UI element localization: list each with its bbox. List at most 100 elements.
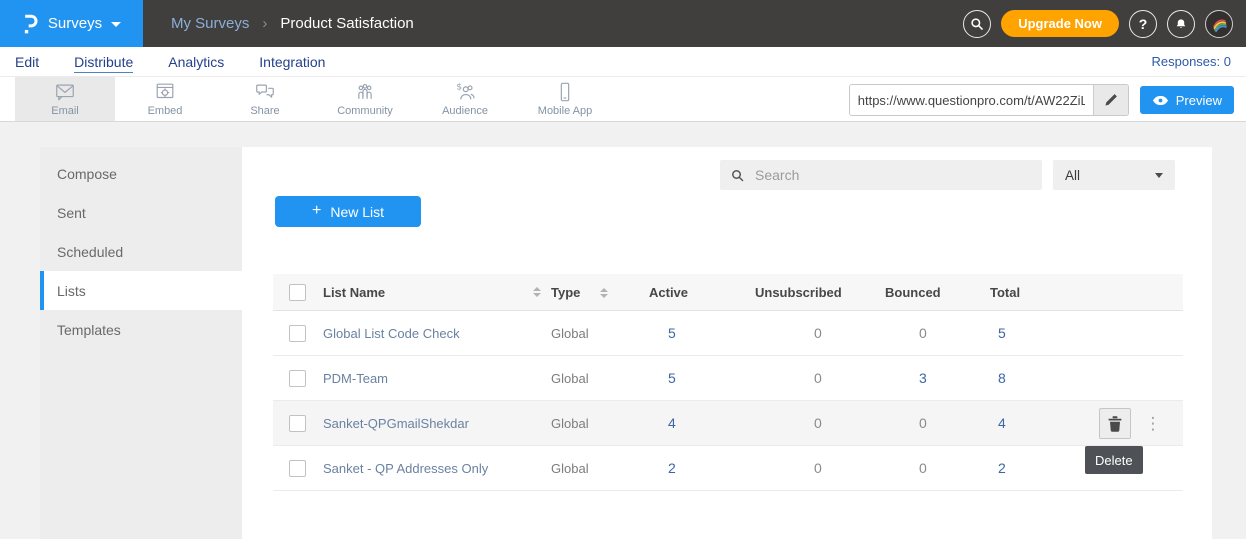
channel-community[interactable]: Community [315, 77, 415, 121]
active-count[interactable]: 2 [668, 460, 676, 476]
embed-icon [153, 81, 177, 103]
chevron-down-icon [1155, 173, 1163, 178]
product-menu-label: Surveys [48, 15, 102, 32]
unsubscribed-count[interactable]: 0 [814, 325, 822, 341]
header-type[interactable]: Type [551, 285, 649, 300]
distribute-toolbar: Email Embed Share Community [0, 76, 1246, 122]
list-type: Global [551, 371, 649, 386]
table-row: Global List Code Check Global 5 0 0 5 [273, 311, 1183, 356]
total-count[interactable]: 5 [998, 325, 1006, 341]
header-label: Type [551, 285, 580, 300]
list-search [720, 160, 1042, 190]
sidebar-item-compose[interactable]: Compose [40, 154, 242, 193]
list-name-link[interactable]: Sanket-QPGmailShekdar [323, 416, 469, 431]
more-options-icon[interactable] [1142, 408, 1164, 439]
row-checkbox[interactable] [289, 415, 306, 432]
community-icon [353, 81, 377, 103]
search-input[interactable] [753, 166, 1031, 184]
preview-button[interactable]: Preview [1140, 86, 1234, 114]
active-count[interactable]: 4 [668, 415, 676, 431]
help-icon[interactable] [1129, 10, 1157, 38]
channel-email[interactable]: Email [15, 77, 115, 121]
tab-integration[interactable]: Integration [259, 47, 325, 76]
sidebar-item-lists[interactable]: Lists [40, 271, 242, 310]
bounced-count[interactable]: 0 [919, 460, 927, 476]
survey-url-input[interactable] [850, 85, 1093, 115]
mobile-app-icon [553, 81, 577, 103]
avatar[interactable] [1205, 10, 1233, 38]
active-count[interactable]: 5 [668, 325, 676, 341]
svg-text:$: $ [456, 82, 462, 93]
channel-label: Audience [442, 105, 488, 117]
lists-panel: All + New List List Name Type [242, 147, 1212, 539]
product-menu[interactable]: Surveys [0, 0, 143, 47]
total-count[interactable]: 8 [998, 370, 1006, 386]
topbar-actions: Upgrade Now [963, 10, 1246, 38]
channel-embed[interactable]: Embed [115, 77, 215, 121]
header-active: Active [649, 285, 755, 300]
eye-icon [1152, 95, 1169, 106]
total-count[interactable]: 2 [998, 460, 1006, 476]
share-icon [253, 81, 277, 103]
header-label: List Name [323, 285, 385, 300]
header-total: Total [990, 285, 1070, 300]
channel-share[interactable]: Share [215, 77, 315, 121]
list-type: Global [551, 461, 649, 476]
app-root: Surveys My Surveys › Product Satisfactio… [0, 0, 1246, 539]
channel-mobile-app[interactable]: Mobile App [515, 77, 615, 121]
row-checkbox[interactable] [289, 460, 306, 477]
unsubscribed-count[interactable]: 0 [814, 460, 822, 476]
active-count[interactable]: 5 [668, 370, 676, 386]
lists-table: List Name Type Active Unsubscribed Bounc… [273, 274, 1183, 491]
breadcrumb-my-surveys[interactable]: My Surveys [171, 15, 249, 32]
tab-edit[interactable]: Edit [15, 47, 39, 76]
sidebar-item-scheduled[interactable]: Scheduled [40, 232, 242, 271]
channel-audience[interactable]: $ Audience [415, 77, 515, 121]
table-header: List Name Type Active Unsubscribed Bounc… [273, 274, 1183, 311]
table-row: Sanket-QPGmailShekdar Global 4 0 0 4 Del… [273, 401, 1183, 446]
sidebar-item-templates[interactable]: Templates [40, 310, 242, 349]
list-name-link[interactable]: PDM-Team [323, 371, 388, 386]
delete-button[interactable] [1099, 408, 1131, 439]
bounced-count[interactable]: 0 [919, 325, 927, 341]
responses-count[interactable]: Responses: 0 [1152, 54, 1246, 69]
channel-label: Email [51, 105, 79, 117]
header-list-name[interactable]: List Name [321, 285, 551, 300]
notifications-bell-icon[interactable] [1167, 10, 1195, 38]
content-area: Compose Sent Scheduled Lists Templates A… [0, 122, 1246, 539]
tab-analytics[interactable]: Analytics [168, 47, 224, 76]
channel-label: Embed [148, 105, 183, 117]
bounced-count[interactable]: 0 [919, 415, 927, 431]
email-sidebar: Compose Sent Scheduled Lists Templates [40, 147, 242, 539]
edit-url-pencil-icon[interactable] [1093, 85, 1128, 115]
audience-icon: $ [453, 81, 477, 103]
list-type: Global [551, 416, 649, 431]
unsubscribed-count[interactable]: 0 [814, 370, 822, 386]
total-count[interactable]: 4 [998, 415, 1006, 431]
plus-icon: + [312, 203, 321, 219]
tab-distribute[interactable]: Distribute [74, 47, 133, 76]
select-all-checkbox[interactable] [289, 284, 306, 301]
list-name-link[interactable]: Global List Code Check [323, 326, 460, 341]
page-title: Product Satisfaction [280, 15, 413, 32]
search-icon[interactable] [963, 10, 991, 38]
header-unsubscribed: Unsubscribed [755, 285, 885, 300]
channel-label: Share [250, 105, 279, 117]
bounced-count[interactable]: 3 [919, 370, 927, 386]
magnifier-icon [731, 169, 744, 182]
list-type-filter[interactable]: All [1053, 160, 1175, 190]
upgrade-now-button[interactable]: Upgrade Now [1001, 10, 1119, 37]
sidebar-item-sent[interactable]: Sent [40, 193, 242, 232]
table-row: PDM-Team Global 5 0 3 8 [273, 356, 1183, 401]
sort-icon[interactable] [600, 288, 608, 298]
sort-icon[interactable] [533, 287, 541, 297]
unsubscribed-count[interactable]: 0 [814, 415, 822, 431]
row-checkbox[interactable] [289, 325, 306, 342]
trash-icon [1108, 416, 1122, 432]
breadcrumb-separator-icon: › [262, 15, 267, 32]
delete-tooltip: Delete [1085, 446, 1143, 474]
list-name-link[interactable]: Sanket - QP Addresses Only [323, 461, 488, 476]
questionpro-logo-icon [22, 13, 39, 35]
new-list-button[interactable]: + New List [275, 196, 421, 227]
row-checkbox[interactable] [289, 370, 306, 387]
